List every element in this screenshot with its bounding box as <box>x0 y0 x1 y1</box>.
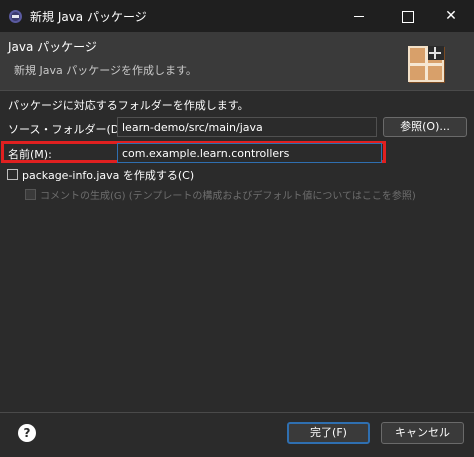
window-title: 新規 Java パッケージ <box>30 10 147 24</box>
footer-divider <box>0 412 474 413</box>
new-sparkle-icon <box>428 46 444 60</box>
banner-divider <box>0 90 474 91</box>
banner-title: Java パッケージ <box>8 40 97 54</box>
banner-description: 新規 Java パッケージを作成します。 <box>14 64 197 77</box>
create-package-info-label[interactable]: package-info.java を作成する(C) <box>22 167 194 183</box>
title-bar: 新規 Java パッケージ ✕ <box>0 0 474 32</box>
eclipse-icon <box>9 10 22 23</box>
help-icon[interactable]: ? <box>18 424 36 442</box>
generate-comments-label: コメントの生成(G) (テンプレートの構成およびデフォルト値についてはここを参照… <box>40 191 416 202</box>
source-folder-input[interactable]: learn-demo/src/main/java <box>117 117 377 137</box>
cancel-button[interactable]: キャンセル <box>381 422 464 444</box>
create-package-info-checkbox[interactable] <box>7 169 18 180</box>
wizard-banner: Java パッケージ 新規 Java パッケージを作成します。 <box>0 32 474 90</box>
maximize-button[interactable] <box>384 0 430 32</box>
close-button[interactable]: ✕ <box>428 0 474 32</box>
generate-comments-checkbox[interactable] <box>25 189 36 200</box>
minimize-button[interactable] <box>336 0 382 32</box>
package-name-input[interactable]: com.example.learn.controllers <box>117 143 382 163</box>
package-wizard-icon <box>408 46 444 82</box>
source-folder-label: ソース・フォルダー(D): <box>8 123 128 136</box>
finish-button[interactable]: 完了(F) <box>287 422 370 444</box>
name-label: 名前(M): <box>8 148 52 161</box>
browse-button[interactable]: 参照(O)... <box>383 117 467 137</box>
intro-text: パッケージに対応するフォルダーを作成します。 <box>8 99 249 112</box>
